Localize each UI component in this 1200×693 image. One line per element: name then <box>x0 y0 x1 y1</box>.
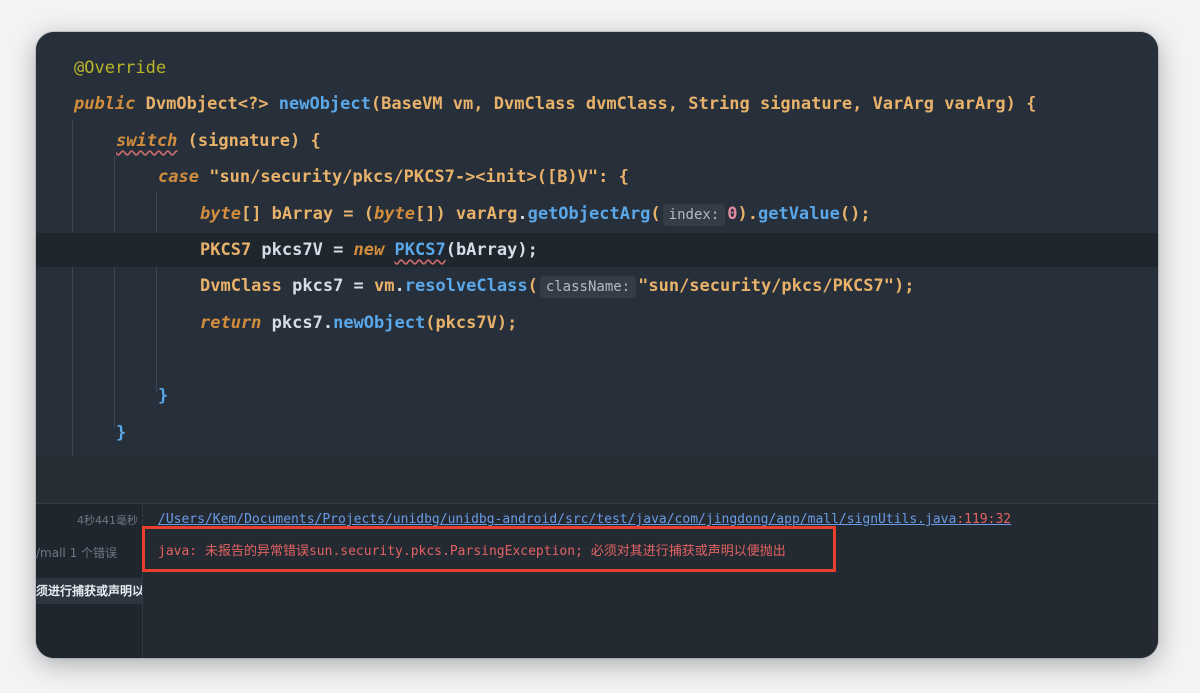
param-hint-index: index: <box>662 204 726 226</box>
code-line-resolveclass: DvmClass pkcs7 = vm.resolveClass(classNa… <box>200 276 915 298</box>
error-file-link[interactable]: /Users/Kem/Documents/Projects/unidbg/uni… <box>158 512 1011 527</box>
code-line-close-switch: } <box>116 423 127 443</box>
code-line-annotation: @Override <box>36 51 1158 85</box>
code-line-close-case: } <box>158 386 169 406</box>
code-line-case: case "sun/security/pkcs/PKCS7-><init>([B… <box>158 167 629 187</box>
code-line-bytearray: byte[] bArray = (byte[]) varArg.getObjec… <box>200 204 871 226</box>
module-error-count[interactable]: /mall 1 个错误 <box>36 544 117 561</box>
pkcs7-constructor-error: PKCS7 <box>394 240 446 260</box>
selected-error-item[interactable]: 须进行捕获或声明以 <box>36 578 142 604</box>
method-name: newObject <box>278 94 371 114</box>
code-line-switch: switch (signature) { <box>116 131 321 151</box>
problems-panel: 4秒441毫秒 /mall 1 个错误 须进行捕获或声明以 /Users/Kem… <box>36 503 1158 658</box>
ide-window: @Override public DvmObject<?> newObject(… <box>36 32 1158 658</box>
switch-keyword: switch <box>116 131 178 151</box>
error-highlight-box <box>142 526 836 572</box>
code-line-return: return pkcs7.newObject(pkcs7V); <box>200 313 518 333</box>
param-hint-classname: className: <box>539 276 637 298</box>
code-line-signature: public DvmObject<?> newObject(BaseVM vm,… <box>74 94 1037 114</box>
problems-tree: 4秒441毫秒 /mall 1 个错误 须进行捕获或声明以 <box>36 504 143 658</box>
code-editor[interactable]: @Override public DvmObject<?> newObject(… <box>36 32 1158 457</box>
code-line-pkcs7-current: PKCS7 pkcs7V = new PKCS7(bArray); <box>36 233 1158 267</box>
annotation-override: @Override <box>74 58 167 78</box>
build-time: 4秒441毫秒 <box>77 514 138 527</box>
